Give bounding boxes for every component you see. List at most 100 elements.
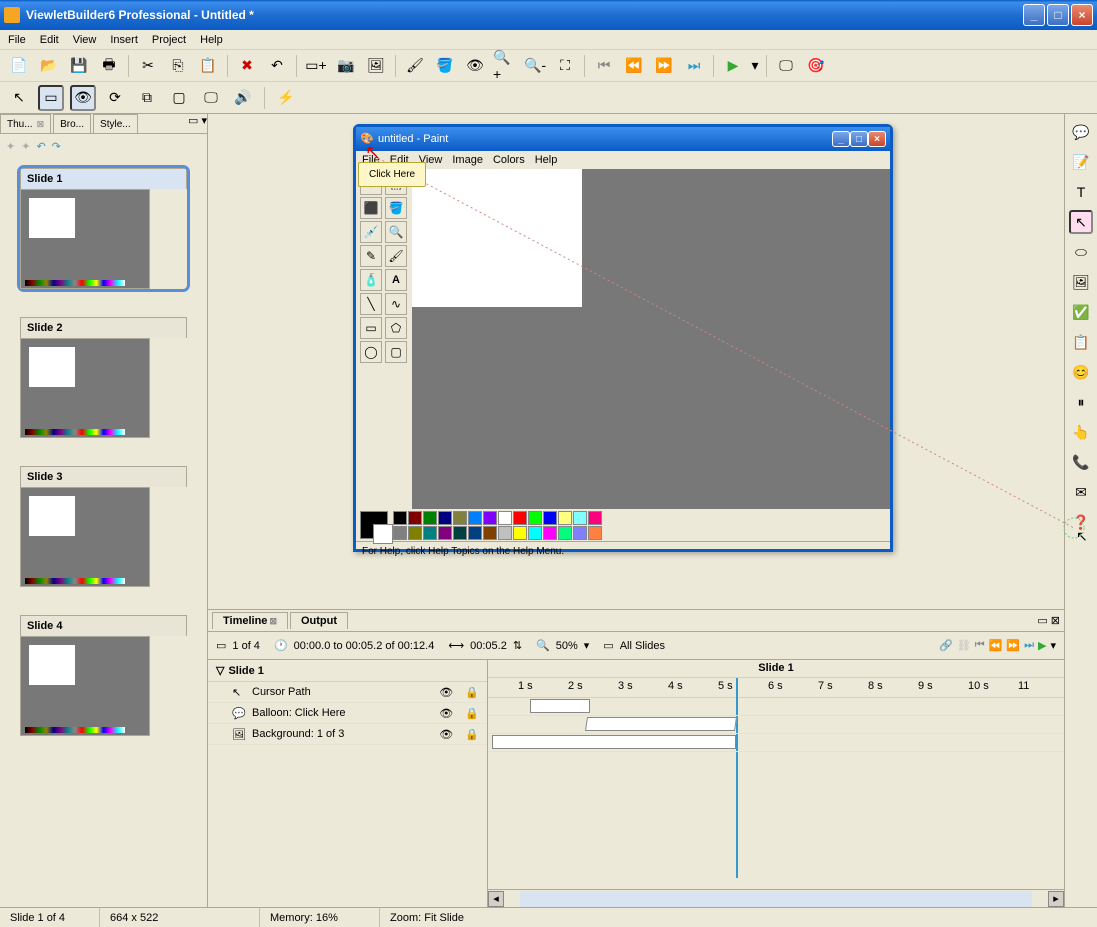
right-tool-comment[interactable]: 💬 — [1069, 120, 1093, 144]
layer-visible[interactable]: 👁 — [439, 685, 455, 699]
paint-color-14[interactable] — [498, 511, 512, 525]
menu-insert[interactable]: Insert — [110, 34, 138, 46]
layer-lock[interactable]: 🔒 — [465, 707, 479, 720]
paint-ellipse[interactable]: ◯ — [360, 341, 382, 363]
tl-prev[interactable]: ⏪ — [989, 639, 1003, 652]
open-button[interactable]: 📂 — [36, 53, 62, 79]
play-button[interactable]: ▶ — [720, 53, 746, 79]
delete-button[interactable]: ✖ — [234, 53, 260, 79]
publish-button[interactable]: 🎯 — [803, 53, 829, 79]
left-tab-0[interactable]: Thu...⊠ — [0, 114, 51, 133]
paint-roundrect[interactable]: ▢ — [385, 341, 407, 363]
preview-button[interactable]: 🖵 — [773, 53, 799, 79]
thumbnail-2[interactable]: Slide 2 — [20, 317, 187, 438]
tl-dur-spinner[interactable]: ⇅ — [513, 639, 522, 652]
lightning-button[interactable]: ⚡ — [273, 85, 299, 111]
tl-next[interactable]: ⏩ — [1006, 639, 1020, 652]
paint-color-0[interactable] — [393, 511, 407, 525]
camera-button[interactable]: 📷 — [333, 53, 359, 79]
monitor-button[interactable]: 🖵 — [198, 85, 224, 111]
paint-color-17[interactable] — [513, 526, 527, 540]
play-dropdown[interactable]: ▾ — [750, 53, 760, 79]
tab-timeline[interactable]: Timeline⊠ — [212, 612, 288, 629]
paint-color-7[interactable] — [438, 526, 452, 540]
last-button[interactable]: ⏭ — [681, 53, 707, 79]
zoom-in-button[interactable]: 🔍+ — [492, 53, 518, 79]
bucket-button[interactable]: 🪣 — [432, 53, 458, 79]
paint-line[interactable]: ╲ — [360, 293, 382, 315]
canvas-area[interactable]: ↖ Click Here 🎨 untitled - Paint _ □ × Fi… — [208, 114, 1064, 609]
right-tool-msg[interactable]: ✉ — [1069, 480, 1093, 504]
tl-layer-2[interactable]: 🖼Background: 1 of 3👁🔒 — [208, 724, 487, 745]
thumbnail-1[interactable]: Slide 1 — [20, 168, 187, 289]
timeline-collapse[interactable]: ▭ ⊠ — [1037, 614, 1060, 627]
pointer-mode[interactable]: ↖ — [6, 85, 32, 111]
paint-close[interactable]: × — [868, 131, 886, 147]
paint-color-25[interactable] — [573, 526, 587, 540]
tl-play[interactable]: ▶ — [1038, 639, 1046, 652]
right-tool-image[interactable]: 🖼 — [1069, 270, 1093, 294]
tl-first[interactable]: ⏮ — [975, 639, 985, 652]
paint-color-8[interactable] — [453, 511, 467, 525]
paint-fill[interactable]: 🪣 — [385, 197, 407, 219]
paint-curve[interactable]: ∿ — [385, 293, 407, 315]
scroll-left[interactable]: ◂ — [488, 891, 504, 907]
tab-output[interactable]: Output — [290, 612, 348, 629]
layer-visible[interactable]: 👁 — [439, 706, 455, 720]
zoom-out-button[interactable]: 🔍- — [522, 53, 548, 79]
layer-lock[interactable]: 🔒 — [465, 728, 479, 741]
eye-view[interactable]: 👁 — [70, 85, 96, 111]
paint-color-13[interactable] — [483, 526, 497, 540]
right-tool-ok[interactable]: ✅ — [1069, 300, 1093, 324]
paint-menu-help[interactable]: Help — [535, 154, 558, 166]
timeline-ruler[interactable]: 1 s2 s3 s4 s5 s6 s7 s8 s9 s10 s11 — [488, 678, 1064, 698]
forward-button[interactable]: ⏩ — [651, 53, 677, 79]
paint-menu-image[interactable]: Image — [452, 154, 483, 166]
thumb-undo[interactable]: ↶ — [36, 140, 45, 153]
view-button[interactable]: 👁 — [462, 53, 488, 79]
timeline-scrollbar[interactable]: ◂ ▸ — [488, 889, 1064, 907]
paint-color-24[interactable] — [573, 511, 587, 525]
paint-color-3[interactable] — [408, 526, 422, 540]
paint-color-26[interactable] — [588, 511, 602, 525]
right-tool-click[interactable]: 👆 — [1069, 420, 1093, 444]
paint-color-6[interactable] — [438, 511, 452, 525]
loop-button[interactable]: ⟳ — [102, 85, 128, 111]
paint-zoom[interactable]: 🔍 — [385, 221, 407, 243]
paint-canvas[interactable] — [412, 169, 890, 509]
tl-unlink[interactable]: ⛓ — [957, 639, 971, 652]
paint-menu-colors[interactable]: Colors — [493, 154, 525, 166]
tl-play-drop[interactable]: ▾ — [1050, 639, 1056, 652]
balloon-click-here[interactable]: Click Here — [358, 162, 426, 187]
paint-eraser[interactable]: ⬛ — [360, 197, 382, 219]
paint-color-2[interactable] — [408, 511, 422, 525]
paste-button[interactable]: 📋 — [195, 53, 221, 79]
paint-color-15[interactable] — [498, 526, 512, 540]
clip-background[interactable] — [492, 735, 736, 749]
slides-button[interactable]: ⧉ — [134, 85, 160, 111]
menu-help[interactable]: Help — [200, 34, 223, 46]
zoom-fit-button[interactable]: ⛶ — [552, 53, 578, 79]
close-button[interactable]: × — [1071, 4, 1093, 26]
image-add-button[interactable]: 🖼 — [363, 53, 389, 79]
thumbnail-4[interactable]: Slide 4 — [20, 615, 187, 736]
right-tool-tel[interactable]: 📞 — [1069, 450, 1093, 474]
right-tool-pause[interactable]: ⏸ — [1069, 390, 1093, 414]
scroll-right[interactable]: ▸ — [1048, 891, 1064, 907]
timeline-slide-header[interactable]: ▽ Slide 1 — [208, 660, 487, 682]
sound-button[interactable]: 🔊 — [230, 85, 256, 111]
paint-color-20[interactable] — [543, 511, 557, 525]
paint-pencil[interactable]: ✎ — [360, 245, 382, 267]
paint-color-9[interactable] — [453, 526, 467, 540]
paint-color-11[interactable] — [468, 526, 482, 540]
clip-cursor[interactable] — [530, 699, 590, 713]
tl-link[interactable]: 🔗 — [939, 639, 953, 652]
paint-color-10[interactable] — [468, 511, 482, 525]
menu-project[interactable]: Project — [152, 34, 186, 46]
paint-color-16[interactable] — [513, 511, 527, 525]
paint-color-19[interactable] — [528, 526, 542, 540]
tl-layer-1[interactable]: 💬Balloon: Click Here👁🔒 — [208, 703, 487, 724]
paint-rect[interactable]: ▭ — [360, 317, 382, 339]
brush-button[interactable]: 🖌 — [402, 53, 428, 79]
paint-spray[interactable]: 🧴 — [360, 269, 382, 291]
